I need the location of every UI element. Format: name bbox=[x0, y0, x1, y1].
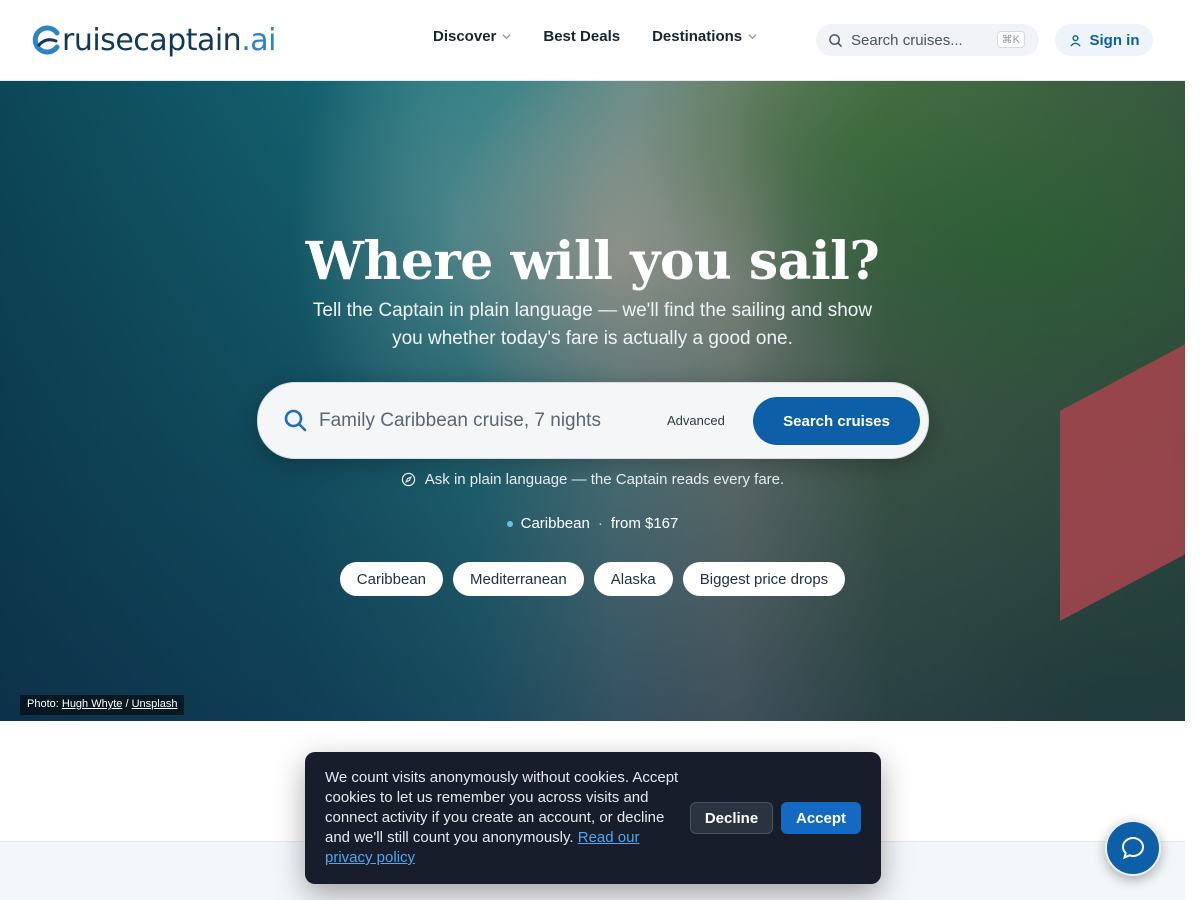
cookie-text: We count visits anonymously without cook… bbox=[325, 768, 685, 868]
status-dot bbox=[506, 520, 513, 527]
compass-icon bbox=[401, 472, 415, 487]
header-search-placeholder: Search cruises... bbox=[851, 31, 963, 49]
chip-alaska[interactable]: Alaska bbox=[593, 562, 673, 596]
hero-content: Where will you sail? Tell the Captain in… bbox=[0, 81, 1185, 721]
logo-suffix: .ai bbox=[241, 22, 276, 58]
advanced-search-link[interactable]: Advanced bbox=[667, 413, 725, 428]
accept-cookies-button[interactable]: Accept bbox=[781, 802, 861, 834]
chat-bubble-icon bbox=[1121, 836, 1145, 860]
search-icon bbox=[284, 409, 307, 432]
featured-region: Caribbean bbox=[520, 515, 590, 532]
nav-best-deals-label: Best Deals bbox=[543, 28, 621, 45]
main-nav: Discover Best Deals Destinations bbox=[433, 28, 757, 45]
keyboard-shortcut: ⌘K bbox=[996, 31, 1025, 48]
search-hint: Ask in plain language — the Captain read… bbox=[0, 471, 1185, 488]
photo-credit: Photo: Hugh Whyte / Unsplash bbox=[20, 695, 185, 715]
chat-button[interactable] bbox=[1105, 820, 1161, 876]
search-hint-text: Ask in plain language — the Captain read… bbox=[424, 471, 785, 488]
decline-cookies-button[interactable]: Decline bbox=[690, 802, 773, 834]
photo-credit-sep: / bbox=[125, 698, 129, 710]
chip-caribbean[interactable]: Caribbean bbox=[339, 562, 444, 596]
logo[interactable]: ruisecaptain.ai bbox=[31, 20, 276, 60]
nav-discover[interactable]: Discover bbox=[433, 28, 511, 45]
nav-best-deals[interactable]: Best Deals bbox=[543, 28, 620, 45]
photo-author-link[interactable]: Hugh Whyte bbox=[62, 698, 123, 710]
nav-destinations-label: Destinations bbox=[652, 28, 743, 45]
quick-filter-chips: Caribbean Mediterranean Alaska Biggest p… bbox=[0, 562, 1185, 596]
site-header: ruisecaptain.ai Discover Best Deals Dest… bbox=[0, 0, 1185, 81]
photo-credit-prefix: Photo: bbox=[27, 698, 59, 710]
hero-search-box: Advanced Search cruises bbox=[257, 382, 929, 459]
hero-search-input[interactable] bbox=[319, 405, 629, 437]
hero-section: Where will you sail? Tell the Captain in… bbox=[0, 81, 1185, 721]
hero-subtitle: Tell the Captain in plain language — we'… bbox=[312, 300, 873, 349]
nav-discover-label: Discover bbox=[433, 28, 497, 45]
c-swoosh-logo-icon bbox=[32, 25, 60, 55]
logo-main: ruisecaptain bbox=[62, 22, 242, 58]
hero-title: Where will you sail? bbox=[305, 231, 880, 292]
cookie-banner: We count visits anonymously without cook… bbox=[305, 752, 881, 884]
search-icon bbox=[829, 33, 843, 47]
chevron-down-icon bbox=[748, 34, 757, 40]
chip-mediterranean[interactable]: Mediterranean bbox=[453, 562, 584, 596]
featured-price: from $167 bbox=[610, 515, 679, 532]
user-icon bbox=[1069, 34, 1081, 47]
nav-destinations[interactable]: Destinations bbox=[652, 28, 757, 45]
featured-fare: Caribbean · from $167 bbox=[0, 515, 1185, 532]
sign-in-button[interactable]: Sign in bbox=[1055, 24, 1153, 56]
search-cruises-button[interactable]: Search cruises bbox=[753, 397, 920, 445]
sign-in-label: Sign in bbox=[1089, 31, 1140, 49]
photo-source-link[interactable]: Unsplash bbox=[132, 698, 178, 710]
chip-biggest-price-drops[interactable]: Biggest price drops bbox=[682, 562, 846, 596]
header-search-button[interactable]: Search cruises... ⌘K bbox=[816, 24, 1039, 56]
logo-text: ruisecaptain.ai bbox=[62, 23, 276, 58]
meta-separator: · bbox=[597, 515, 603, 532]
chevron-down-icon bbox=[502, 34, 511, 40]
